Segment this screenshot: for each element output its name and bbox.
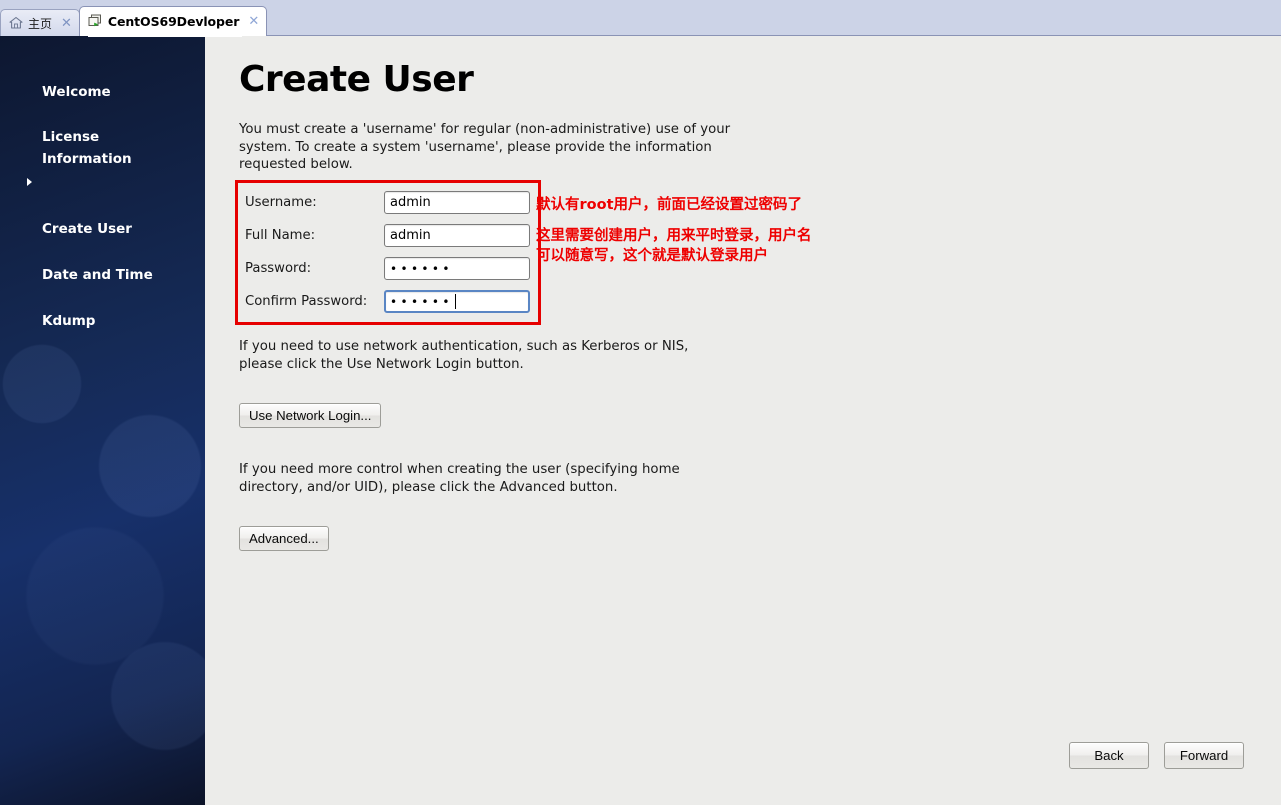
sidebar-item-welcome[interactable]: Welcome xyxy=(0,58,205,104)
advanced-button[interactable]: Advanced... xyxy=(239,526,329,551)
full-name-input[interactable]: admin xyxy=(384,224,530,247)
text-caret xyxy=(454,294,456,309)
form-row-confirm-password: Confirm Password: •••••• xyxy=(245,288,530,315)
username-input[interactable]: admin xyxy=(384,191,530,214)
sidebar-item-create-user[interactable]: Create User xyxy=(0,172,205,241)
tab-centos-vm-close-icon[interactable]: ✕ xyxy=(248,15,259,28)
sidebar-item-date-and-time-label: Date and Time xyxy=(42,267,153,283)
form-row-full-name: Full Name: admin xyxy=(245,222,530,249)
selection-arrow-icon xyxy=(27,178,32,186)
sidebar-item-welcome-label: Welcome xyxy=(42,84,111,100)
sidebar-item-license-information[interactable]: License Information xyxy=(0,104,205,170)
advanced-paragraph: If you need more control when creating t… xyxy=(239,462,680,495)
full-name-label: Full Name: xyxy=(245,228,316,243)
full-name-input-value: admin xyxy=(390,228,431,243)
tab-centos-vm[interactable]: CentOS69Devloper ✕ xyxy=(78,6,268,36)
firstboot-sidebar: Welcome License Information Create User … xyxy=(0,36,205,805)
annotation-root-user: 默认有root用户，前面已经设置过密码了 xyxy=(536,197,803,213)
form-row-username: Username: admin xyxy=(245,189,530,216)
confirm-password-input-value: •••••• xyxy=(390,294,453,309)
active-tab-underline xyxy=(88,34,242,37)
sidebar-item-kdump-label: Kdump xyxy=(42,313,96,329)
vm-tab-bar: 主页 ✕ CentOS69Devloper ✕ xyxy=(0,0,1281,37)
sidebar-item-license-information-label: License Information xyxy=(42,129,132,167)
back-button[interactable]: Back xyxy=(1069,742,1149,769)
password-input[interactable]: •••••• xyxy=(384,257,530,280)
tab-home-close-icon[interactable]: ✕ xyxy=(61,17,72,30)
tab-home[interactable]: 主页 ✕ xyxy=(0,9,80,36)
annotation-create-user: 这里需要创建用户，用来平时登录，用户名 可以随意写，这个就是默认登录用户 xyxy=(536,228,812,264)
create-user-form: Username: admin Full Name: admin Passwor… xyxy=(235,180,541,325)
forward-button[interactable]: Forward xyxy=(1164,742,1244,769)
intro-paragraph: You must create a 'username' for regular… xyxy=(239,122,731,172)
password-label: Password: xyxy=(245,261,312,276)
network-auth-paragraph: If you need to use network authenticatio… xyxy=(239,339,689,372)
sidebar-item-kdump[interactable]: Kdump xyxy=(0,287,205,333)
home-icon xyxy=(9,16,23,30)
tab-centos-vm-label: CentOS69Devloper xyxy=(107,14,240,29)
form-row-password: Password: •••••• xyxy=(245,255,530,282)
sidebar-nav: Welcome License Information Create User … xyxy=(0,58,205,333)
password-input-value: •••••• xyxy=(390,261,453,276)
page-title: Create User xyxy=(239,59,474,100)
username-label: Username: xyxy=(245,195,317,210)
use-network-login-button[interactable]: Use Network Login... xyxy=(239,403,382,428)
username-input-value: admin xyxy=(390,195,431,210)
confirm-password-label: Confirm Password: xyxy=(245,294,368,309)
main-content: Create User You must create a 'username'… xyxy=(205,36,1281,805)
sidebar-item-create-user-label: Create User xyxy=(42,221,132,237)
application-window: 主页 ✕ CentOS69Devloper ✕ Welcome License … xyxy=(0,0,1281,805)
confirm-password-input[interactable]: •••••• xyxy=(384,290,530,313)
sidebar-item-date-and-time[interactable]: Date and Time xyxy=(0,241,205,287)
virtual-machine-icon xyxy=(88,14,103,29)
tab-home-label: 主页 xyxy=(28,16,53,31)
